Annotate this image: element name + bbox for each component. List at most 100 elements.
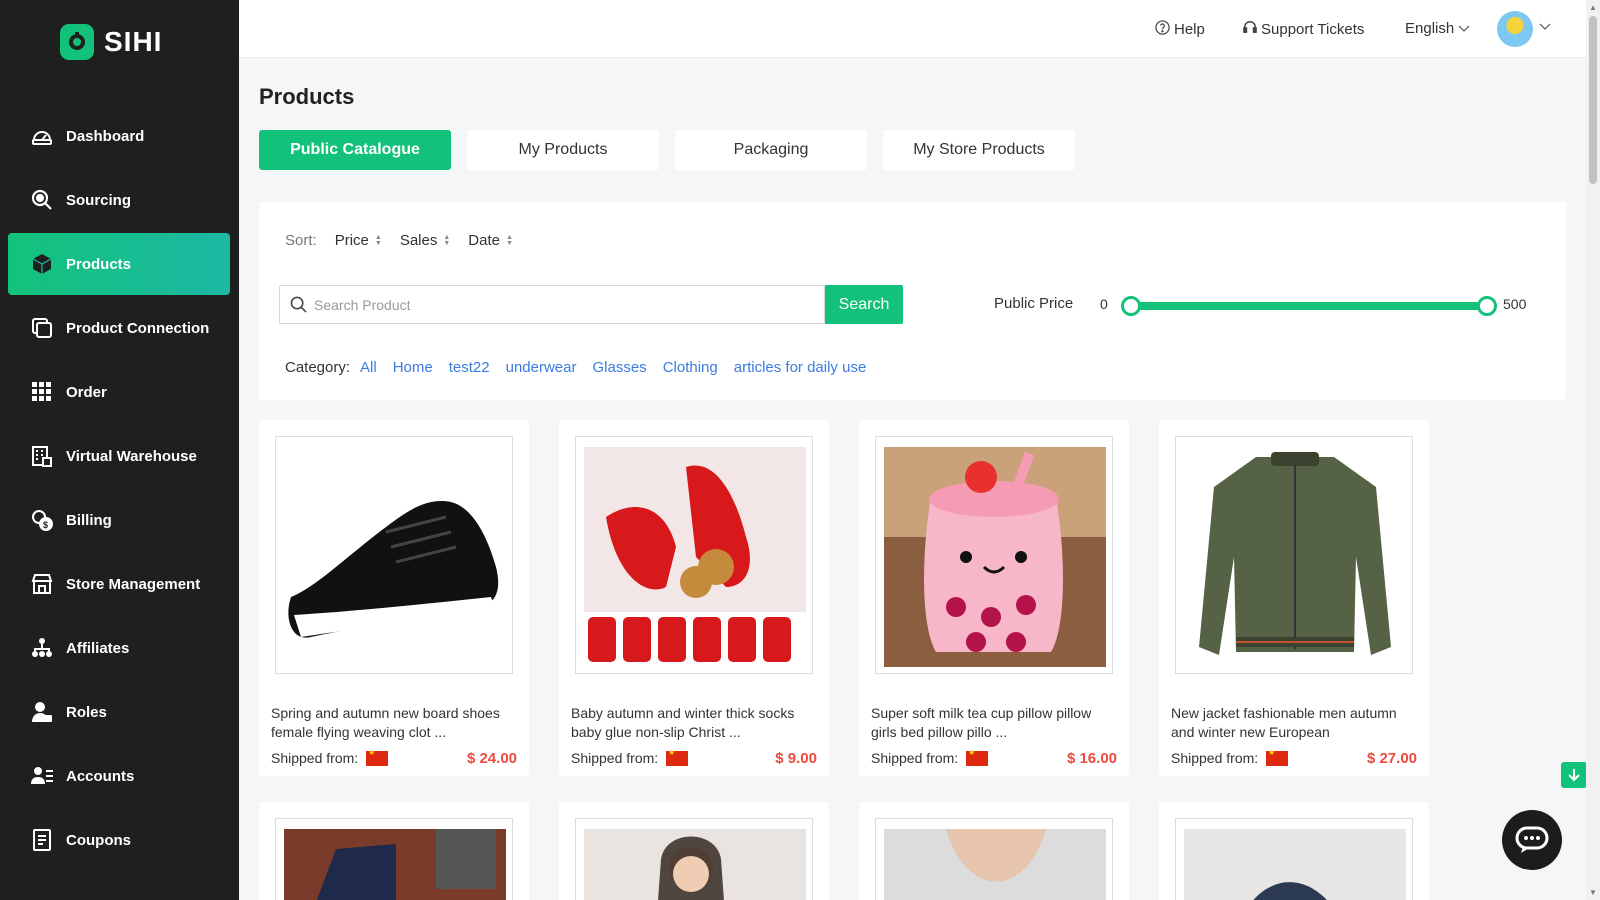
accounts-icon: [30, 764, 54, 788]
scroll-down-arrow-icon[interactable]: ▼: [1589, 888, 1597, 897]
price-slider-max-handle[interactable]: [1477, 296, 1497, 316]
category-glasses[interactable]: Glasses: [593, 359, 647, 376]
search-icon: [30, 188, 54, 212]
store-icon: [30, 572, 54, 596]
warehouse-icon: [30, 444, 54, 468]
sidebar-item-label: Order: [66, 383, 107, 401]
category-home[interactable]: Home: [393, 359, 433, 376]
sidebar-item-label: Affiliates: [66, 639, 130, 657]
category-all[interactable]: All: [360, 359, 377, 376]
sidebar-item-label: Products: [66, 255, 132, 273]
sidebar-item-virtual-warehouse[interactable]: Virtual Warehouse: [8, 425, 230, 487]
tab-packaging[interactable]: Packaging: [675, 130, 867, 170]
product-title[interactable]: New jacket fashionable men autumn and wi…: [1171, 704, 1417, 742]
product-title[interactable]: Super soft milk tea cup pillow pillow gi…: [871, 704, 1117, 742]
shipped-from: Shipped from:: [571, 748, 689, 766]
sort-price[interactable]: Price ▲ ▼: [335, 232, 382, 249]
sidebar-item-label: Roles: [66, 703, 107, 721]
product-image-jacket[interactable]: [1175, 436, 1413, 674]
sidebar-item-label: Accounts: [66, 767, 135, 785]
sidebar-item-coupons[interactable]: Coupons: [8, 809, 230, 871]
avatar-chevron-down-icon[interactable]: [1539, 20, 1551, 34]
search-button[interactable]: Search: [825, 285, 903, 324]
shipped-from-label: Shipped from:: [871, 750, 959, 766]
page-scrollbar[interactable]: ▲ ▼: [1586, 0, 1600, 900]
page-title: Products: [259, 84, 355, 109]
support-tickets-label: Support Tickets: [1261, 20, 1365, 38]
product-image-necklace[interactable]: [875, 818, 1113, 900]
scroll-up-arrow-icon[interactable]: ▲: [1589, 3, 1597, 12]
sort-sales[interactable]: Sales ▲ ▼: [400, 232, 450, 249]
product-card[interactable]: Baby autumn and winter thick socks baby …: [559, 420, 829, 776]
sort-price-label: Price: [334, 232, 369, 249]
price-slider-track[interactable]: [1127, 302, 1485, 310]
help-label: Help: [1174, 21, 1205, 38]
category-label: Category:: [285, 359, 351, 376]
billing-icon: $: [30, 508, 54, 532]
product-price: $ 16.00: [1066, 750, 1117, 767]
product-card[interactable]: [1159, 802, 1429, 900]
category-test22[interactable]: test22: [449, 359, 490, 376]
chevron-down-icon: [1458, 20, 1470, 37]
shipped-from: Shipped from:: [1171, 748, 1289, 766]
product-card[interactable]: New jacket fashionable men autumn and wi…: [1159, 420, 1429, 776]
product-price: $ 27.00: [1366, 750, 1417, 767]
chat-button[interactable]: [1502, 810, 1562, 870]
svg-text:$: $: [43, 520, 48, 530]
sidebar-item-label: Sourcing: [66, 191, 132, 209]
sidebar-item-dashboard[interactable]: Dashboard: [8, 105, 230, 167]
dashboard-icon: [30, 124, 54, 148]
category-underwear[interactable]: underwear: [506, 359, 577, 376]
product-title[interactable]: Spring and autumn new board shoes female…: [271, 704, 517, 742]
sidebar-item-billing[interactable]: $ Billing: [8, 489, 230, 551]
help-link[interactable]: Help: [1155, 20, 1205, 39]
sidebar-item-label: Coupons: [66, 831, 131, 849]
product-card[interactable]: Spring and autumn new board shoes female…: [259, 420, 529, 776]
sidebar-item-sourcing[interactable]: Sourcing: [8, 169, 230, 231]
sidebar-item-label: Store Management: [66, 575, 201, 593]
product-title[interactable]: Baby autumn and winter thick socks baby …: [571, 704, 817, 742]
product-card[interactable]: [259, 802, 529, 900]
question-circle-icon: [1155, 20, 1170, 39]
shipped-from-label: Shipped from:: [571, 750, 659, 766]
box-icon: [30, 252, 54, 276]
brand-logo[interactable]: SIHI: [60, 24, 162, 60]
sidebar-item-label: Virtual Warehouse: [66, 447, 197, 465]
tab-my-store-products[interactable]: My Store Products: [883, 130, 1075, 170]
product-card[interactable]: [859, 802, 1129, 900]
language-select[interactable]: English: [1405, 20, 1470, 37]
sidebar: SIHI Dashboard Sourcing Products Product…: [0, 0, 239, 900]
sidebar-item-order[interactable]: Order: [8, 361, 230, 423]
sidebar-item-roles[interactable]: Roles: [8, 681, 230, 743]
scrollbar-thumb[interactable]: [1589, 16, 1597, 184]
search-input[interactable]: Search Product: [279, 285, 825, 324]
sidebar-item-store-management[interactable]: Store Management: [8, 553, 230, 615]
sidebar-item-products[interactable]: Products: [8, 233, 230, 295]
language-label: English: [1405, 20, 1455, 37]
shipped-from-label: Shipped from:: [271, 750, 359, 766]
tab-my-products[interactable]: My Products: [467, 130, 659, 170]
product-card[interactable]: Super soft milk tea cup pillow pillow gi…: [859, 420, 1129, 776]
filter-panel: Sort: Price ▲ ▼ Sales ▲ ▼ Date ▲ ▼ Search Prod…: [259, 202, 1566, 400]
product-image-sandal[interactable]: [1175, 818, 1413, 900]
sort-date[interactable]: Date ▲ ▼: [468, 232, 513, 249]
product-image-pillow[interactable]: [875, 436, 1113, 674]
support-tickets-link[interactable]: Support Tickets: [1243, 20, 1364, 38]
tab-public-catalogue[interactable]: Public Catalogue: [259, 130, 451, 170]
sidebar-item-product-connection[interactable]: Product Connection: [8, 297, 230, 359]
price-slider-min-handle[interactable]: [1121, 296, 1141, 316]
category-clothing[interactable]: Clothing: [663, 359, 718, 376]
scroll-down-button[interactable]: [1561, 762, 1587, 788]
product-card[interactable]: [559, 802, 829, 900]
product-image-shoe[interactable]: [275, 436, 513, 674]
category-daily-use[interactable]: articles for daily use: [734, 359, 867, 376]
product-image-model[interactable]: [575, 818, 813, 900]
sidebar-item-accounts[interactable]: Accounts: [8, 745, 230, 807]
affiliates-icon: [30, 636, 54, 660]
product-image-socks[interactable]: [575, 436, 813, 674]
product-image-suit[interactable]: [275, 818, 513, 900]
sidebar-item-affiliates[interactable]: Affiliates: [8, 617, 230, 679]
link-icon: [30, 316, 54, 340]
sidebar-item-label: Product Connection: [66, 319, 210, 337]
user-avatar[interactable]: [1497, 11, 1533, 47]
